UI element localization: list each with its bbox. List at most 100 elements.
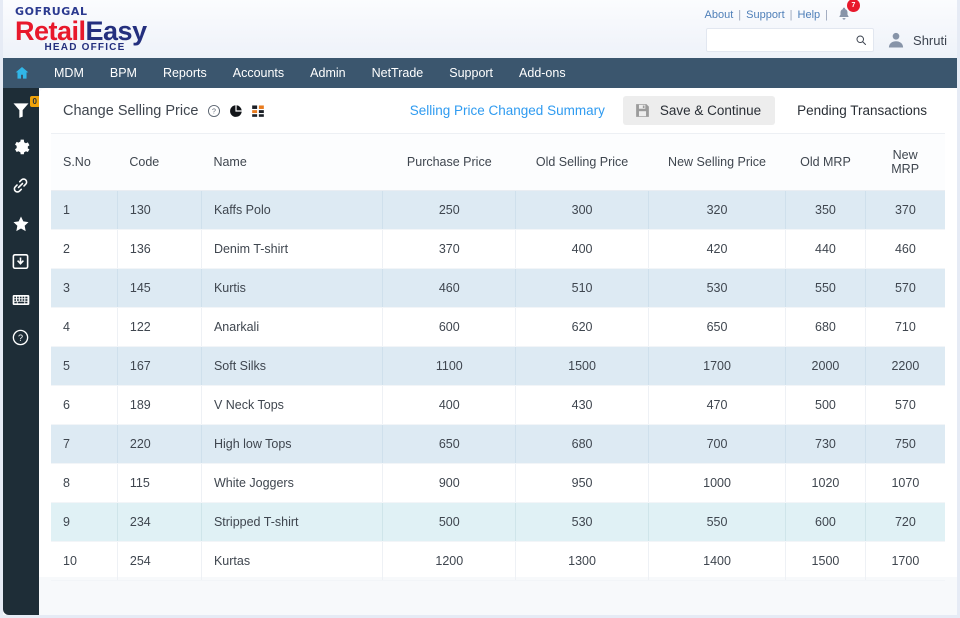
cell-old-mrp[interactable]: 2000 — [785, 346, 866, 386]
cell-old-mrp[interactable]: 500 — [785, 385, 866, 425]
cell-new-selling-price[interactable]: 700 — [648, 424, 787, 464]
table-row[interactable]: 9 234 Stripped T-shirt 500 530 550 600 720 — [51, 502, 945, 542]
brand-logo[interactable]: GOFRUGAL RetailEasy HEAD OFFICE — [15, 6, 155, 53]
cell-old-selling-price[interactable]: 510 — [515, 268, 649, 308]
cell-purchase-price[interactable]: 250 — [382, 190, 517, 230]
cell-purchase-price[interactable]: 370 — [382, 229, 517, 269]
nav-item-accounts[interactable]: Accounts — [220, 66, 297, 80]
cell-new-selling-price[interactable]: 1000 — [648, 463, 787, 503]
table-row[interactable]: 3 145 Kurtis 460 510 530 550 570 — [51, 268, 945, 308]
column-header-old-selling-price[interactable]: Old Selling Price — [515, 134, 649, 191]
cell-old-mrp[interactable]: 440 — [785, 229, 866, 269]
cell-new-selling-price[interactable]: 320 — [648, 190, 787, 230]
cell-old-selling-price[interactable]: 620 — [515, 307, 649, 347]
cell-new-mrp[interactable]: 460 — [865, 229, 945, 269]
nav-item-reports[interactable]: Reports — [150, 66, 220, 80]
search-input[interactable] — [713, 34, 856, 46]
rail-item-settings[interactable] — [11, 138, 31, 158]
nav-item-addons[interactable]: Add-ons — [506, 66, 579, 80]
rail-item-favorites[interactable] — [11, 214, 31, 234]
table-row[interactable]: 6 189 V Neck Tops 400 430 470 500 570 — [51, 385, 945, 425]
search-icon[interactable] — [855, 33, 867, 47]
user-menu[interactable]: Shruti — [886, 30, 947, 50]
cell-new-selling-price[interactable]: 530 — [648, 268, 787, 308]
cell-purchase-price[interactable]: 500 — [382, 502, 517, 542]
table-row[interactable]: 1 130 Kaffs Polo 250 300 320 350 370 — [51, 190, 945, 230]
global-search-box[interactable] — [706, 28, 875, 52]
column-header-sno[interactable]: S.No — [51, 134, 118, 191]
cell-purchase-price[interactable]: 600 — [382, 307, 517, 347]
table-row[interactable]: 2 136 Denim T-shirt 370 400 420 440 460 — [51, 229, 945, 269]
cell-old-mrp[interactable]: 1020 — [785, 463, 866, 503]
table-row[interactable]: 8 115 White Joggers 900 950 1000 1020 1070 — [51, 463, 945, 503]
cell-new-selling-price[interactable]: 650 — [648, 307, 787, 347]
nav-item-bpm[interactable]: BPM — [97, 66, 150, 80]
cell-purchase-price[interactable]: 650 — [382, 424, 517, 464]
cell-old-selling-price[interactable]: 1300 — [515, 541, 649, 581]
cell-new-selling-price[interactable]: 420 — [648, 229, 787, 269]
table-row[interactable]: 7 220 High low Tops 650 680 700 730 750 — [51, 424, 945, 464]
nav-item-mdm[interactable]: MDM — [41, 66, 97, 80]
cell-new-mrp[interactable]: 1070 — [865, 463, 945, 503]
table-row[interactable]: 10 254 Kurtas 1200 1300 1400 1500 1700 — [51, 541, 945, 581]
cell-new-selling-price[interactable]: 470 — [648, 385, 787, 425]
cell-old-mrp[interactable]: 600 — [785, 502, 866, 542]
table-row[interactable]: 4 122 Anarkali 600 620 650 680 710 — [51, 307, 945, 347]
cell-new-mrp[interactable]: 710 — [865, 307, 945, 347]
cell-purchase-price[interactable]: 460 — [382, 268, 517, 308]
question-circle-icon[interactable]: ? — [207, 104, 221, 118]
cell-old-mrp[interactable]: 680 — [785, 307, 866, 347]
table-row[interactable]: 5 167 Soft Silks 1100 1500 1700 2000 2200 — [51, 346, 945, 386]
column-header-purchase-price[interactable]: Purchase Price — [382, 134, 516, 191]
cell-new-selling-price[interactable]: 1400 — [648, 541, 787, 581]
cell-purchase-price[interactable]: 900 — [382, 463, 517, 503]
notifications-button[interactable]: 7 — [837, 0, 860, 24]
cell-new-mrp[interactable]: 370 — [865, 190, 945, 230]
cell-old-selling-price[interactable]: 950 — [515, 463, 649, 503]
about-link[interactable]: About — [705, 9, 734, 21]
star-icon — [13, 216, 29, 232]
cell-new-mrp[interactable]: 750 — [865, 424, 945, 464]
column-header-new-mrp[interactable]: New MRP — [865, 134, 945, 191]
cell-purchase-price[interactable]: 1100 — [382, 346, 517, 386]
pie-chart-icon[interactable] — [229, 104, 243, 118]
cell-purchase-price[interactable]: 400 — [382, 385, 517, 425]
pending-transactions-button[interactable]: Pending Transactions — [797, 103, 927, 118]
cell-new-mrp[interactable]: 570 — [865, 385, 945, 425]
cell-old-mrp[interactable]: 730 — [785, 424, 866, 464]
cell-new-mrp[interactable]: 1700 — [865, 541, 945, 581]
cell-old-selling-price[interactable]: 430 — [515, 385, 649, 425]
cell-old-mrp[interactable]: 550 — [785, 268, 866, 308]
cell-old-mrp[interactable]: 1500 — [785, 541, 866, 581]
cell-old-selling-price[interactable]: 680 — [515, 424, 649, 464]
cell-old-selling-price[interactable]: 300 — [515, 190, 649, 230]
cell-new-mrp[interactable]: 570 — [865, 268, 945, 308]
cell-new-mrp[interactable]: 720 — [865, 502, 945, 542]
cell-old-selling-price[interactable]: 1500 — [515, 346, 649, 386]
column-header-old-mrp[interactable]: Old MRP — [785, 134, 866, 191]
cell-purchase-price[interactable]: 1200 — [382, 541, 517, 581]
rail-item-keyboard-shortcuts[interactable] — [11, 290, 31, 310]
save-and-continue-button[interactable]: Save & Continue — [622, 96, 776, 125]
column-header-name[interactable]: Name — [201, 134, 383, 191]
support-link[interactable]: Support — [746, 9, 785, 21]
nav-item-admin[interactable]: Admin — [297, 66, 358, 80]
cell-new-selling-price[interactable]: 550 — [648, 502, 787, 542]
grid-layout-icon[interactable] — [251, 104, 265, 118]
column-header-new-selling-price[interactable]: New Selling Price — [648, 134, 786, 191]
cell-old-mrp[interactable]: 350 — [785, 190, 866, 230]
help-link[interactable]: Help — [798, 9, 821, 21]
cell-old-selling-price[interactable]: 530 — [515, 502, 649, 542]
nav-item-home[interactable] — [3, 65, 41, 81]
selling-price-changed-summary-link[interactable]: Selling Price Changed Summary — [410, 103, 605, 118]
rail-item-filter[interactable]: 0 — [11, 96, 40, 120]
rail-item-links[interactable] — [11, 176, 31, 196]
cell-old-selling-price[interactable]: 400 — [515, 229, 649, 269]
nav-item-support[interactable]: Support — [436, 66, 506, 80]
rail-item-help[interactable]: ? — [11, 328, 31, 348]
rail-item-import-export[interactable] — [11, 252, 31, 272]
column-header-code[interactable]: Code — [117, 134, 202, 191]
cell-new-selling-price[interactable]: 1700 — [648, 346, 787, 386]
nav-item-nettrade[interactable]: NetTrade — [359, 66, 437, 80]
cell-new-mrp[interactable]: 2200 — [865, 346, 945, 386]
